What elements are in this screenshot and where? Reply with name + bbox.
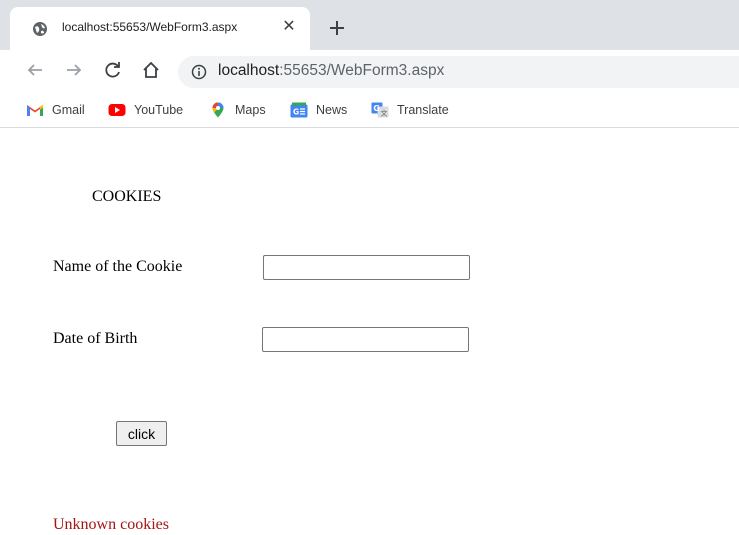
bookmark-label: Translate [397, 103, 449, 117]
bookmark-news[interactable]: G News [290, 100, 347, 120]
tab-strip: localhost:55653/WebForm3.aspx ✕ [0, 0, 739, 50]
youtube-icon [108, 104, 126, 116]
maps-icon [212, 102, 224, 118]
bookmarks-bar: Gmail YouTube Maps G News G 文 Translate [0, 92, 739, 128]
address-bar[interactable]: localhost:55653/WebForm3.aspx [178, 56, 739, 88]
plus-icon[interactable] [326, 17, 348, 39]
bookmark-label: YouTube [134, 103, 184, 117]
arrow-right-icon[interactable] [64, 60, 84, 80]
url-host: localhost [218, 62, 280, 79]
tab-title: localhost:55653/WebForm3.aspx [62, 20, 238, 34]
bookmark-maps[interactable]: Maps [209, 100, 266, 120]
home-icon[interactable] [141, 60, 161, 80]
url-path: :55653/WebForm3.aspx [279, 62, 445, 79]
click-button[interactable]: click [116, 421, 167, 446]
svg-text:G: G [373, 104, 380, 113]
cookie-name-label: Name of the Cookie [53, 258, 183, 275]
cookie-name-input[interactable] [263, 255, 470, 280]
translate-icon: G 文 [371, 102, 389, 118]
page-title: COOKIES [92, 188, 162, 205]
bookmark-translate[interactable]: G 文 Translate [371, 100, 449, 120]
svg-text:文: 文 [381, 109, 388, 118]
globe-icon [33, 22, 47, 36]
browser-tab[interactable]: localhost:55653/WebForm3.aspx ✕ [10, 7, 310, 50]
svg-text:G: G [293, 108, 299, 117]
date-of-birth-input[interactable] [262, 327, 469, 352]
bookmark-label: Gmail [52, 103, 85, 117]
bookmark-youtube[interactable]: YouTube [108, 100, 183, 120]
close-icon[interactable]: ✕ [280, 18, 298, 36]
info-icon[interactable] [191, 64, 207, 80]
arrow-left-icon[interactable] [25, 60, 45, 80]
status-message: Unknown cookies [53, 516, 169, 533]
page-content: COOKIES Name of the Cookie Date of Birth… [0, 129, 739, 535]
bookmark-label: News [316, 103, 348, 117]
gmail-icon [27, 105, 43, 116]
date-of-birth-label: Date of Birth [53, 330, 138, 347]
bookmark-label: Maps [235, 103, 266, 117]
news-icon: G [290, 102, 308, 118]
bookmark-gmail[interactable]: Gmail [26, 100, 85, 120]
browser-toolbar: localhost:55653/WebForm3.aspx [0, 50, 739, 92]
reload-icon[interactable] [103, 60, 123, 80]
url-text[interactable]: localhost:55653/WebForm3.aspx [218, 62, 444, 80]
